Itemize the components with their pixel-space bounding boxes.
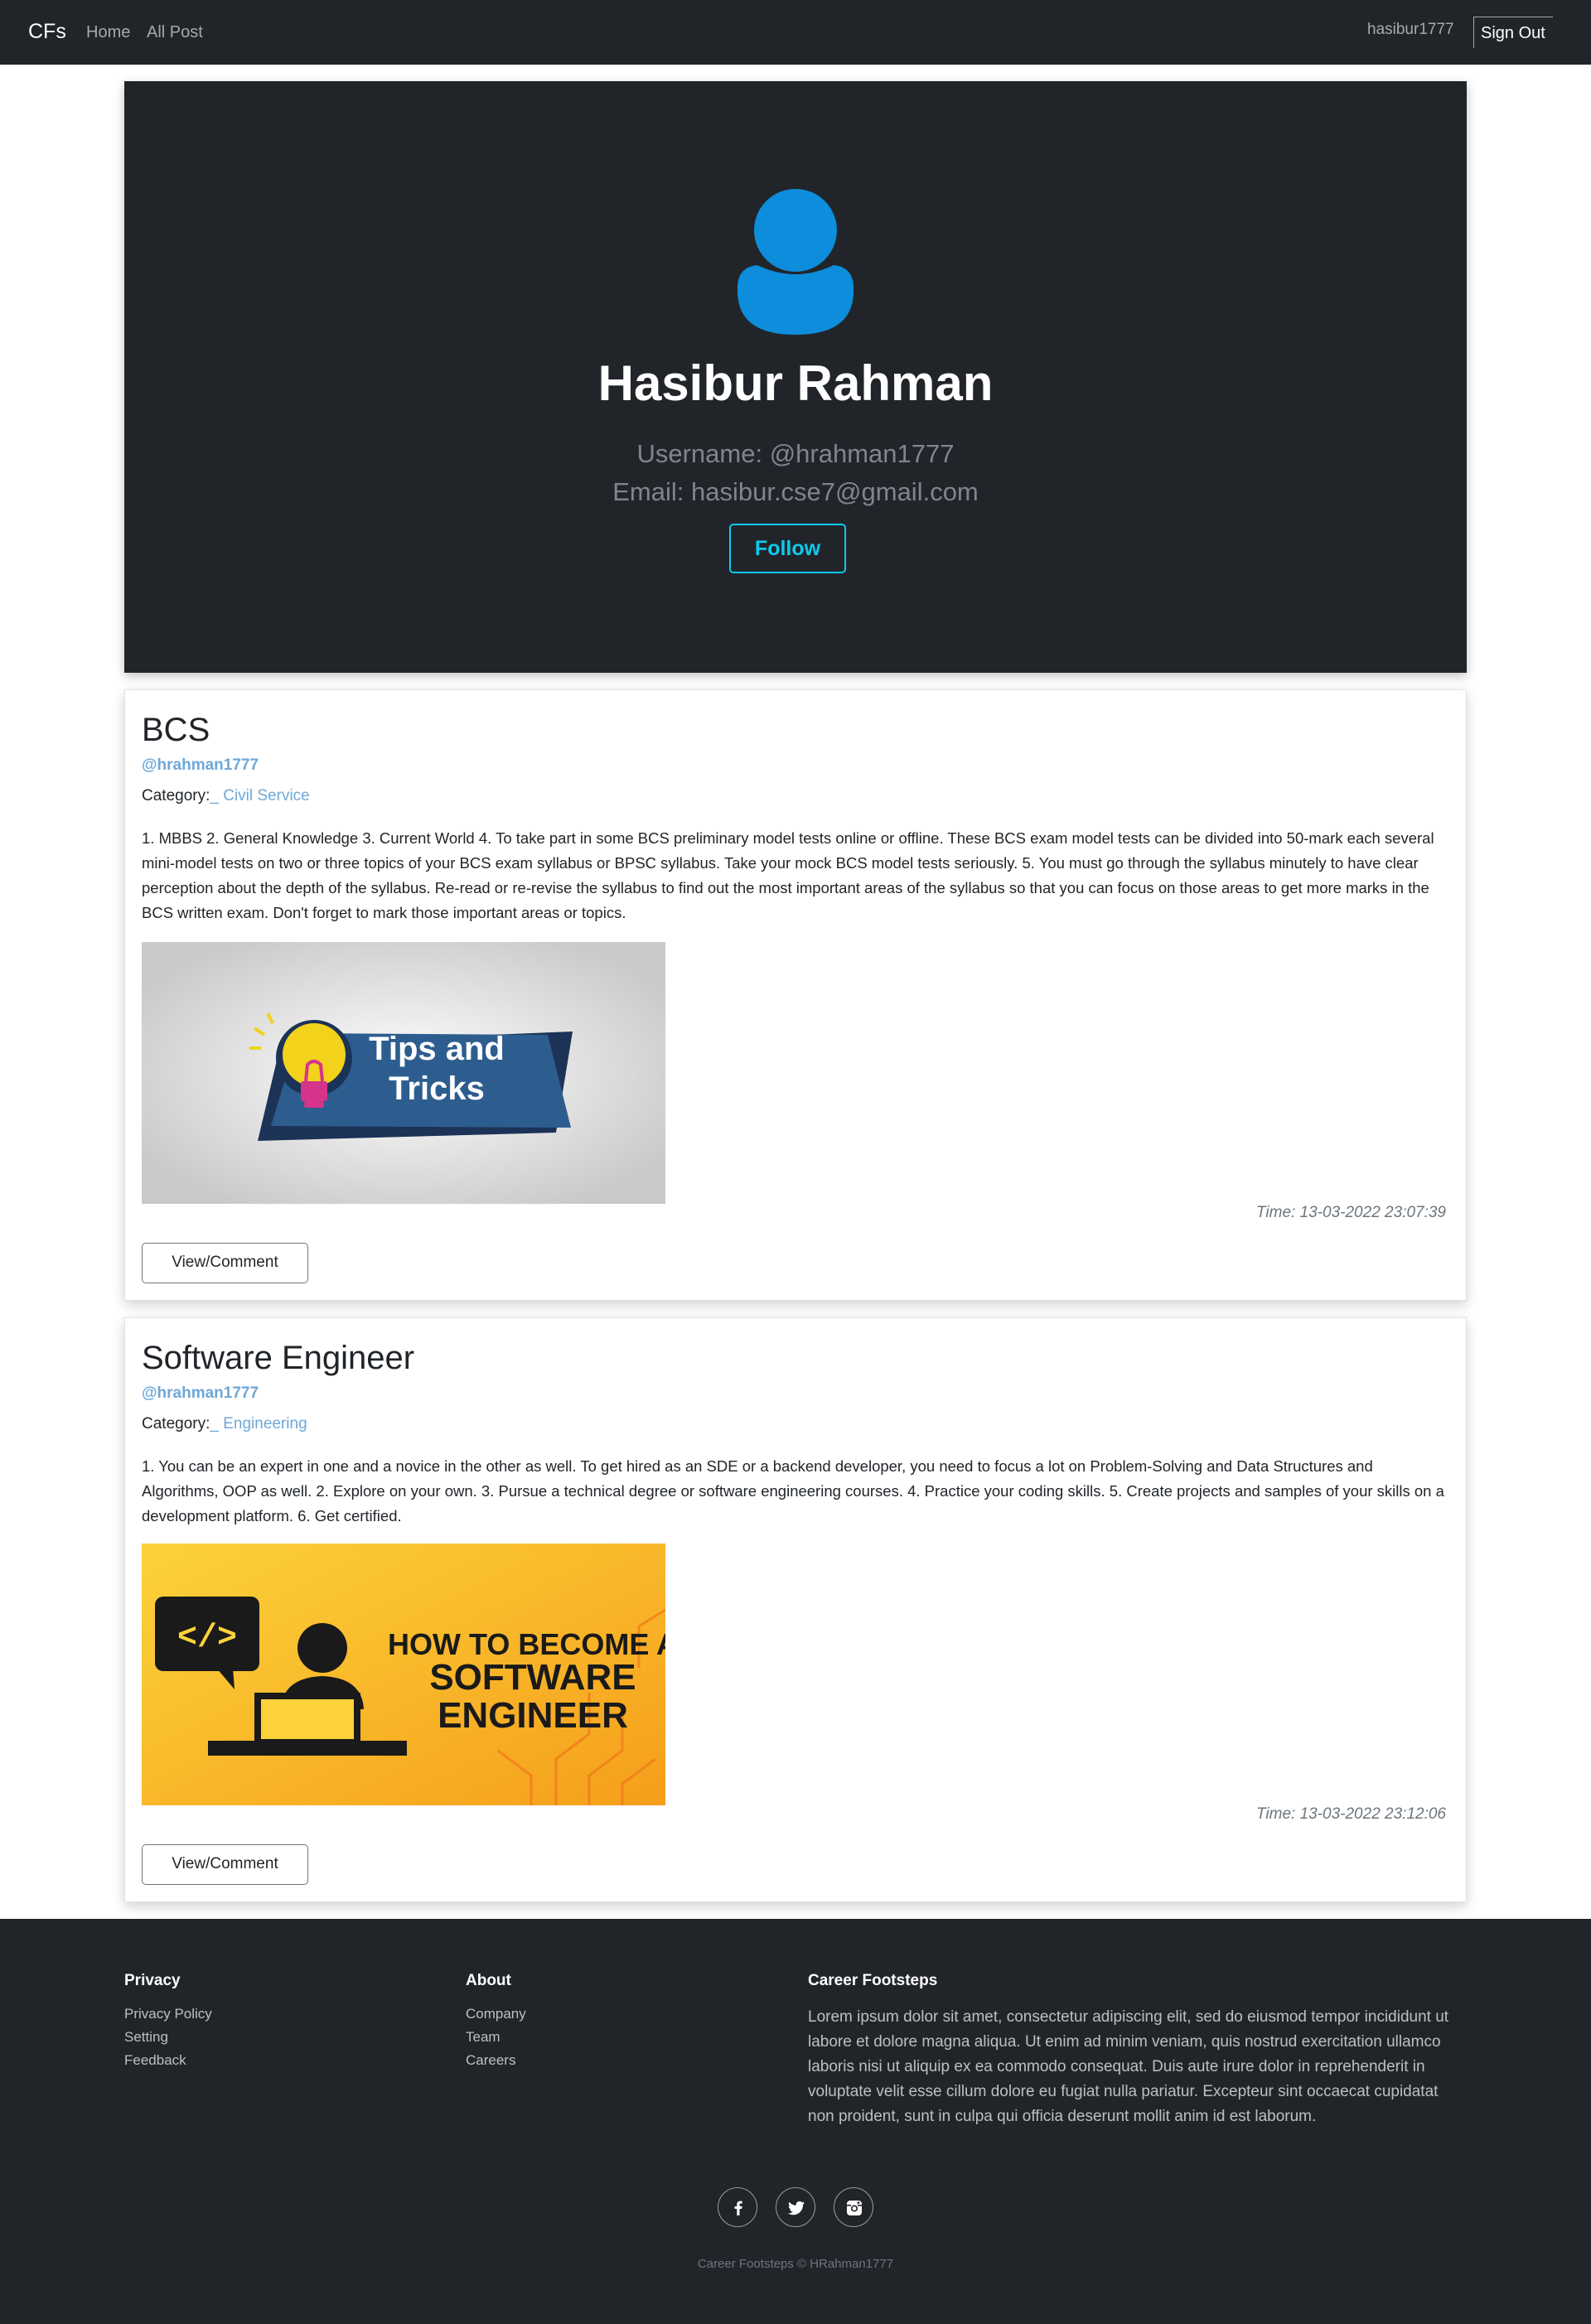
footer-team-link[interactable]: Team <box>466 2029 501 2046</box>
post-time: Time: 13-03-2022 23:07:39 <box>1255 1204 1446 1221</box>
brand-logo[interactable]: CFs <box>28 20 66 44</box>
profile-email: Email: hasibur.cse7@gmail.com <box>612 477 979 506</box>
post-category: Category:_ Engineering <box>142 1415 307 1433</box>
view-comment-button[interactable]: View/Comment <box>142 1243 308 1283</box>
footer-career-heading: Career Footsteps <box>808 1972 938 1989</box>
twitter-icon[interactable] <box>776 2187 815 2227</box>
post-image-text: Tricks <box>389 1070 485 1107</box>
footer-about-heading: About <box>466 1972 511 1989</box>
post-card: Software Engineer @hrahman1777 Category:… <box>124 1317 1467 1902</box>
post-title: Software Engineer <box>142 1340 415 1376</box>
post-category: Category:_ Civil Service <box>142 787 310 805</box>
post-author-link[interactable]: @hrahman1777 <box>142 1384 259 1403</box>
profile-header: Hasibur Rahman Username: @hrahman1777 Em… <box>124 81 1467 673</box>
profile-username: Username: @hrahman1777 <box>636 439 955 468</box>
category-link[interactable]: _ Civil Service <box>210 787 309 804</box>
sign-out-button[interactable]: Sign Out <box>1473 17 1553 48</box>
post-image-text: ENGINEER <box>438 1695 628 1736</box>
post-author-link[interactable]: @hrahman1777 <box>142 756 259 775</box>
code-icon-text: </> <box>177 1620 237 1657</box>
copyright-text: Career Footsteps © HRahman1777 <box>697 2257 894 2271</box>
post-image-text: Tips and <box>369 1031 505 1067</box>
post-card: BCS @hrahman1777 Category:_ Civil Servic… <box>124 689 1467 1301</box>
navbar: CFs Home All Post hasibur1777 Sign Out <box>0 0 1591 65</box>
post-time: Time: 13-03-2022 23:12:06 <box>1255 1805 1446 1823</box>
footer-setting-link[interactable]: Setting <box>124 2029 168 2046</box>
follow-button[interactable]: Follow <box>729 524 846 573</box>
footer-career-text: Lorem ipsum dolor sit amet, consectetur … <box>808 2008 1449 2125</box>
post-title: BCS <box>142 712 210 748</box>
profile-name: Hasibur Rahman <box>597 355 994 411</box>
category-link[interactable]: _ Engineering <box>210 1415 307 1433</box>
nav-home-link[interactable]: Home <box>86 23 130 42</box>
instagram-icon[interactable] <box>834 2187 873 2227</box>
category-label: Category: <box>142 787 210 804</box>
post-image: Tips and Tricks <box>142 942 665 1204</box>
user-avatar-icon <box>737 189 854 335</box>
nav-all-post-link[interactable]: All Post <box>147 23 203 42</box>
footer-careers-link[interactable]: Careers <box>466 2052 515 2069</box>
footer-privacy-heading: Privacy <box>124 1972 181 1989</box>
footer-company-link[interactable]: Company <box>466 2006 526 2022</box>
footer-privacy-policy-link[interactable]: Privacy Policy <box>124 2006 212 2022</box>
view-comment-button[interactable]: View/Comment <box>142 1844 308 1885</box>
nav-username[interactable]: hasibur1777 <box>1367 21 1454 39</box>
post-image-text: HOW TO BECOME A <box>388 1627 665 1661</box>
facebook-icon[interactable] <box>718 2187 757 2227</box>
footer-feedback-link[interactable]: Feedback <box>124 2052 186 2069</box>
post-body: 1. You can be an expert in one and a nov… <box>142 1457 1444 1524</box>
post-body: 1. MBBS 2. General Knowledge 3. Current … <box>142 829 1434 921</box>
category-label: Category: <box>142 1415 210 1433</box>
post-image: </> HOW TO BECOME A SOFTWARE ENGINEER <box>142 1544 665 1805</box>
footer: Privacy Privacy Policy Setting Feedback … <box>0 1919 1591 2324</box>
post-image-text: SOFTWARE <box>429 1657 636 1698</box>
